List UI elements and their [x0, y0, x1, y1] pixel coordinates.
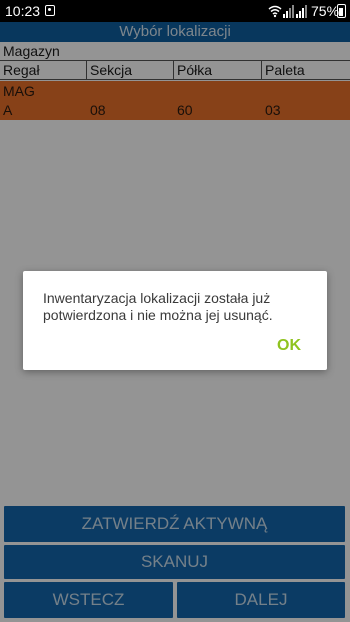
- dialog-message: Inwentaryzacja lokalizacji została już p…: [43, 290, 273, 323]
- alert-dialog: Inwentaryzacja lokalizacji została już p…: [23, 271, 327, 370]
- signal-icon: [283, 5, 294, 18]
- battery-icon: [337, 4, 346, 18]
- signal-icon: [296, 5, 307, 18]
- status-bar: 10:23 75%: [0, 0, 350, 22]
- status-time: 10:23: [5, 3, 41, 19]
- wifi-icon: [268, 5, 282, 18]
- notification-icon: [45, 5, 55, 16]
- ok-button[interactable]: OK: [277, 337, 301, 355]
- battery-percent: 75%: [311, 3, 340, 19]
